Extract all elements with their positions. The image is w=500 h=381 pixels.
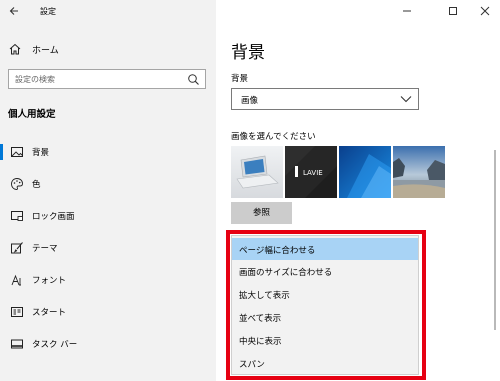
nav-home[interactable]: ホーム <box>0 38 216 60</box>
close-button[interactable] <box>470 2 500 20</box>
back-button[interactable] <box>6 3 24 19</box>
taskbar-icon <box>10 337 24 351</box>
back-arrow-icon <box>9 7 18 15</box>
start-icon <box>10 305 24 319</box>
wallpaper-thumbnail-brand[interactable]: LAVIE <box>285 146 337 198</box>
sidebar-item-start[interactable]: スタート <box>0 298 216 326</box>
palette-icon <box>10 177 24 191</box>
vertical-scrollbar[interactable] <box>494 150 496 330</box>
sidebar-item-label: 色 <box>32 180 41 190</box>
option-label: 画面のサイズに合わせる <box>239 268 333 278</box>
active-indicator <box>0 144 3 160</box>
chevron-down-icon <box>400 95 412 103</box>
settings-search-input[interactable] <box>15 72 183 86</box>
fit-option-fill-width[interactable]: ページ幅に合わせる <box>232 238 418 260</box>
sidebar-item-color[interactable]: 色 <box>0 170 216 198</box>
sidebar-item-label: フォント <box>32 276 67 286</box>
image-icon <box>10 145 24 159</box>
minimize-icon <box>403 10 411 12</box>
thumb-brand-text: LAVIE <box>303 169 323 177</box>
settings-search-box[interactable] <box>8 69 206 89</box>
sidebar-item-fonts[interactable]: フォント <box>0 266 216 294</box>
option-label: ページ幅に合わせる <box>239 246 316 256</box>
home-icon <box>8 42 22 56</box>
wallpaper-thumbnail-laptop[interactable] <box>231 146 283 198</box>
browse-button-label: 参照 <box>252 208 270 218</box>
minimize-button[interactable] <box>392 2 422 20</box>
title-bar: 設定 <box>0 0 216 24</box>
sidebar-item-taskbar[interactable]: タスク バー <box>0 330 216 358</box>
app-title: 設定 <box>40 7 56 16</box>
sidebar-item-label: 背景 <box>32 148 50 158</box>
fit-dropdown-list[interactable]: ページ幅に合わせる 画面のサイズに合わせる 拡大して表示 並べて表示 中央に表示… <box>231 235 419 375</box>
browse-button[interactable]: 参照 <box>231 202 292 224</box>
background-type-select[interactable]: 画像 <box>231 88 419 110</box>
home-label: ホーム <box>32 46 59 56</box>
sidebar-item-label: スタート <box>32 308 67 318</box>
page-title: 背景 <box>231 43 265 63</box>
sidebar-item-theme[interactable]: テーマ <box>0 234 216 262</box>
font-icon <box>10 273 24 287</box>
option-label: 拡大して表示 <box>239 291 290 301</box>
option-label: 並べて表示 <box>239 314 282 324</box>
background-type-value: 画像 <box>241 96 259 106</box>
section-title-personalization: 個人用設定 <box>8 109 56 120</box>
sidebar-item-background[interactable]: 背景 <box>0 138 216 166</box>
wallpaper-thumbnail-windows[interactable] <box>339 146 391 198</box>
lock-screen-icon <box>10 209 24 223</box>
fit-option-fit-screen[interactable]: 画面のサイズに合わせる <box>232 260 418 282</box>
fit-option-tile[interactable]: 並べて表示 <box>232 306 418 328</box>
choose-picture-label: 画像を選んでください <box>231 132 316 142</box>
sidebar-item-label: テーマ <box>32 244 58 254</box>
brush-icon <box>10 241 24 255</box>
search-icon[interactable] <box>187 73 200 86</box>
wallpaper-thumbnail-beach[interactable] <box>393 146 445 198</box>
fit-option-span[interactable]: スパン <box>232 352 418 374</box>
sidebar: 設定 ホーム 個人用設定 背景 <box>0 0 216 381</box>
fit-option-center[interactable]: 中央に表示 <box>232 329 418 351</box>
close-icon <box>480 6 490 16</box>
option-label: スパン <box>239 360 265 370</box>
option-label: 中央に表示 <box>239 337 282 347</box>
maximize-button[interactable] <box>438 2 468 20</box>
maximize-icon <box>449 7 457 15</box>
fit-option-stretch[interactable]: 拡大して表示 <box>232 283 418 305</box>
sidebar-item-label: ロック画面 <box>32 212 75 222</box>
sidebar-item-label: タスク バー <box>32 340 78 350</box>
sidebar-item-lock-screen[interactable]: ロック画面 <box>0 202 216 230</box>
background-label: 背景 <box>231 74 249 84</box>
